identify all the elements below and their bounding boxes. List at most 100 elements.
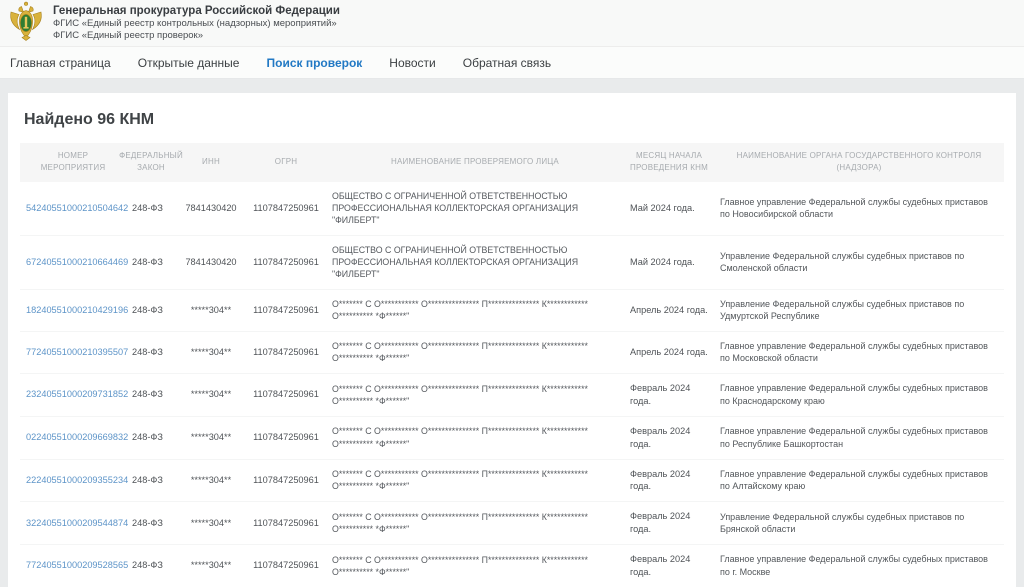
event-number-cell: 67240551000210664469 <box>20 248 126 277</box>
table-row: 54240551000210504642 248-ФЗ 7841430420 1… <box>20 182 1004 236</box>
ogrn-cell: 1107847250961 <box>246 248 326 277</box>
federal-law-cell: 248-ФЗ <box>126 551 176 580</box>
inn-cell: *****304** <box>176 296 246 325</box>
subject-name-cell: О******* С О*********** О***************… <box>326 290 624 331</box>
subject-name-cell: О******* С О*********** О***************… <box>326 546 624 587</box>
fgis-line-1: ФГИС «Единый реестр контрольных (надзорн… <box>53 18 340 30</box>
inn-cell: *****304** <box>176 551 246 580</box>
authority-cell: Управление Федеральной службы судебных п… <box>714 503 1004 544</box>
event-number-link[interactable]: 22240551000209355234 <box>26 475 128 485</box>
start-month-cell: Февраль 2024 года. <box>624 460 714 502</box>
subject-name-cell: ОБЩЕСТВО С ОГРАНИЧЕННОЙ ОТВЕТСТВЕННОСТЬЮ… <box>326 236 624 289</box>
nav-item-4[interactable]: Обратная связь <box>463 56 551 70</box>
authority-cell: Главное управление Федеральной службы су… <box>714 545 1004 586</box>
org-name: Генеральная прокуратура Российской Федер… <box>53 4 340 18</box>
authority-cell: Главное управление Федеральной службы су… <box>714 332 1004 373</box>
start-month-cell: Май 2024 года. <box>624 194 714 223</box>
table-header-row: НОМЕР МЕРОПРИЯТИЯ ФЕДЕРАЛЬНЫЙ ЗАКОН ИНН … <box>20 143 1004 182</box>
federal-law-cell: 248-ФЗ <box>126 194 176 223</box>
inn-cell: *****304** <box>176 338 246 367</box>
federal-law-cell: 248-ФЗ <box>126 296 176 325</box>
federal-law-cell: 248-ФЗ <box>126 248 176 277</box>
inn-cell: 7841430420 <box>176 248 246 277</box>
event-number-link[interactable]: 54240551000210504642 <box>26 203 128 213</box>
event-number-link[interactable]: 23240551000209731852 <box>26 389 128 399</box>
start-month-cell: Февраль 2024 года. <box>624 417 714 459</box>
subject-name-cell: О******* С О*********** О***************… <box>326 375 624 416</box>
event-number-cell: 77240551000209528565 <box>20 551 126 580</box>
event-number-link[interactable]: 67240551000210664469 <box>26 257 128 267</box>
prosecutor-emblem-icon <box>8 1 44 46</box>
ogrn-cell: 1107847250961 <box>246 466 326 495</box>
authority-cell: Главное управление Федеральной службы су… <box>714 417 1004 458</box>
ogrn-cell: 1107847250961 <box>246 380 326 409</box>
col-header-authority: НАИМЕНОВАНИЕ ОРГАНА ГОСУДАРСТВЕННОГО КОН… <box>714 143 1004 182</box>
event-number-link[interactable]: 18240551000210429196 <box>26 305 128 315</box>
event-number-cell: 18240551000210429196 <box>20 296 126 325</box>
inn-cell: *****304** <box>176 423 246 452</box>
table-row: 02240551000209669832 248-ФЗ *****304** 1… <box>20 417 1004 460</box>
inn-cell: 7841430420 <box>176 194 246 223</box>
event-number-link[interactable]: 32240551000209544874 <box>26 518 128 528</box>
subject-name-cell: О******* С О*********** О***************… <box>326 417 624 458</box>
event-number-cell: 23240551000209731852 <box>20 380 126 409</box>
subject-name-cell: О******* С О*********** О***************… <box>326 460 624 501</box>
table-row: 18240551000210429196 248-ФЗ *****304** 1… <box>20 290 1004 332</box>
start-month-cell: Апрель 2024 года. <box>624 338 714 367</box>
col-header-number: НОМЕР МЕРОПРИЯТИЯ <box>20 143 126 182</box>
start-month-cell: Февраль 2024 года. <box>624 374 714 416</box>
event-number-link[interactable]: 02240551000209669832 <box>26 432 128 442</box>
col-header-ogrn: ОГРН <box>246 143 326 182</box>
federal-law-cell: 248-ФЗ <box>126 380 176 409</box>
start-month-cell: Апрель 2024 года. <box>624 296 714 325</box>
ogrn-cell: 1107847250961 <box>246 551 326 580</box>
table-row: 22240551000209355234 248-ФЗ *****304** 1… <box>20 460 1004 503</box>
site-header: Генеральная прокуратура Российской Федер… <box>0 0 1024 47</box>
event-number-cell: 77240551000210395507 <box>20 338 126 367</box>
nav-item-0[interactable]: Главная страница <box>10 56 111 70</box>
event-number-cell: 02240551000209669832 <box>20 423 126 452</box>
col-header-law: ФЕДЕРАЛЬНЫЙ ЗАКОН <box>126 143 176 182</box>
results-count-title: Найдено 96 КНМ <box>24 111 1004 129</box>
event-number-link[interactable]: 77240551000210395507 <box>26 347 128 357</box>
table-row: 23240551000209731852 248-ФЗ *****304** 1… <box>20 374 1004 417</box>
table-row: 77240551000210395507 248-ФЗ *****304** 1… <box>20 332 1004 374</box>
results-table: НОМЕР МЕРОПРИЯТИЯ ФЕДЕРАЛЬНЫЙ ЗАКОН ИНН … <box>20 143 1004 587</box>
table-row: 32240551000209544874 248-ФЗ *****304** 1… <box>20 502 1004 545</box>
authority-cell: Управление Федеральной службы судебных п… <box>714 242 1004 283</box>
ogrn-cell: 1107847250961 <box>246 296 326 325</box>
start-month-cell: Февраль 2024 года. <box>624 545 714 587</box>
nav-item-2[interactable]: Поиск проверок <box>266 56 362 70</box>
inn-cell: *****304** <box>176 466 246 495</box>
col-header-inn: ИНН <box>176 143 246 182</box>
ogrn-cell: 1107847250961 <box>246 423 326 452</box>
nav-item-1[interactable]: Открытые данные <box>138 56 240 70</box>
inn-cell: *****304** <box>176 509 246 538</box>
authority-cell: Управление Федеральной службы судебных п… <box>714 290 1004 331</box>
col-header-month: МЕСЯЦ НАЧАЛА ПРОВЕДЕНИЯ КНМ <box>624 143 714 182</box>
inn-cell: *****304** <box>176 380 246 409</box>
subject-name-cell: О******* С О*********** О***************… <box>326 332 624 373</box>
authority-cell: Главное управление Федеральной службы су… <box>714 374 1004 415</box>
fgis-line-2: ФГИС «Единый реестр проверок» <box>53 30 340 42</box>
federal-law-cell: 248-ФЗ <box>126 509 176 538</box>
event-number-cell: 32240551000209544874 <box>20 509 126 538</box>
table-row: 77240551000209528565 248-ФЗ *****304** 1… <box>20 545 1004 587</box>
federal-law-cell: 248-ФЗ <box>126 338 176 367</box>
federal-law-cell: 248-ФЗ <box>126 423 176 452</box>
event-number-cell: 54240551000210504642 <box>20 194 126 223</box>
main-nav: Главная страница Открытые данные Поиск про… <box>0 47 1024 79</box>
authority-cell: Главное управление Федеральной службы су… <box>714 188 1004 229</box>
event-number-cell: 22240551000209355234 <box>20 466 126 495</box>
event-number-link[interactable]: 77240551000209528565 <box>26 560 128 570</box>
nav-item-3[interactable]: Новости <box>389 56 435 70</box>
start-month-cell: Февраль 2024 года. <box>624 502 714 544</box>
table-body: 54240551000210504642 248-ФЗ 7841430420 1… <box>20 182 1004 587</box>
subject-name-cell: ОБЩЕСТВО С ОГРАНИЧЕННОЙ ОТВЕТСТВЕННОСТЬЮ… <box>326 182 624 235</box>
federal-law-cell: 248-ФЗ <box>126 466 176 495</box>
col-header-name: НАИМЕНОВАНИЕ ПРОВЕРЯЕМОГО ЛИЦА <box>326 143 624 182</box>
results-card: Найдено 96 КНМ НОМЕР МЕРОПРИЯТИЯ ФЕДЕРАЛ… <box>8 93 1016 587</box>
start-month-cell: Май 2024 года. <box>624 248 714 277</box>
ogrn-cell: 1107847250961 <box>246 509 326 538</box>
authority-cell: Главное управление Федеральной службы су… <box>714 460 1004 501</box>
